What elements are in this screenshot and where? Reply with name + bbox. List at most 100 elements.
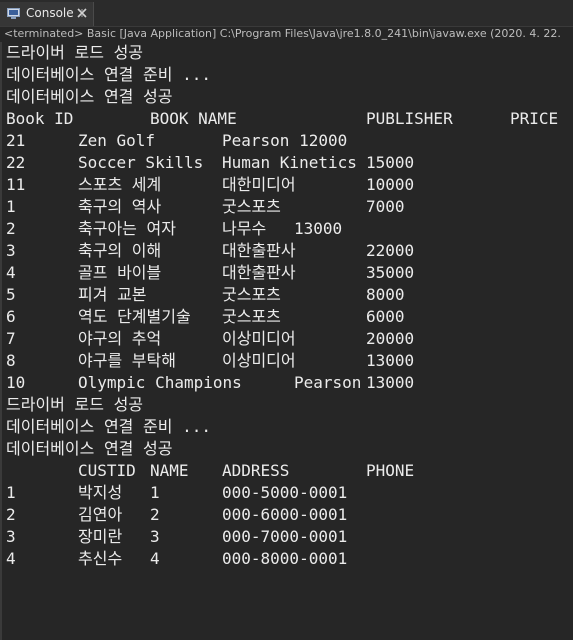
book-table-row: 5 피겨 교본 굿스포츠 8000 [6,284,571,306]
name-cell: 추신수 [78,549,123,568]
book-table-row: 3 축구의 이해 대한출판사 22000 [6,240,571,262]
publisher-cell: Pearson 12000 [222,131,348,150]
book-table-row: 10 Olympic Champions Pearson 13000 [6,372,571,394]
book-name-cell: 역도 단계별기술 [78,307,191,326]
customer-table-header: CUSTID NAME ADDRESS PHONE [6,460,571,482]
output-line: 드라이버 로드 성공 [6,395,144,414]
tab-console[interactable]: Console [0,2,94,26]
book-id-cell: 7 [6,329,16,348]
book-table-row: 21 Zen Golf Pearson 12000 [6,130,571,152]
tab-console-label: Console [26,6,74,20]
book-name-cell: 축구의 역사 [78,197,162,216]
publisher-cell: 이상미디어 [222,329,296,348]
book-name-cell: 골프 바이블 [78,263,162,282]
book-name-cell: 스포츠 세계 [78,175,162,194]
output-line: 드라이버 로드 성공 [6,43,144,62]
book-id-cell: 22 [6,153,26,172]
customer-table-row: 4 추신수 4 000-8000-0001 [6,548,571,570]
publisher-cell: 굿스포츠 [222,197,281,216]
column-header-book-name: BOOK NAME [150,109,237,128]
address-cell: 3 [150,527,160,546]
price-cell: 35000 [366,263,415,282]
output-line: 데이터베이스 연결 준비 ... [6,65,211,84]
phone-cell: 000-5000-0001 [222,483,348,502]
custid-cell: 2 [6,505,16,524]
book-table-row: 11 스포츠 세계 대한미디어 10000 [6,174,571,196]
customer-table-row: 1 박지성 1 000-5000-0001 [6,482,571,504]
publisher-cell: 대한출판사 [222,263,296,282]
console-icon [7,8,20,19]
book-id-cell: 6 [6,307,16,326]
price-cell: 10000 [366,175,415,194]
price-cell: 13000 [366,373,415,392]
column-header-price: PRICE [510,109,559,128]
book-id-cell: 8 [6,351,16,370]
book-table-row: 6 역도 단계별기술 굿스포츠 6000 [6,306,571,328]
price-cell: 13000 [294,219,343,238]
column-header-address: ADDRESS [222,461,290,480]
book-table-row: 1 축구의 역사 굿스포츠 7000 [6,196,571,218]
name-cell: 박지성 [78,483,123,502]
publisher-cell: 굿스포츠 [222,307,281,326]
book-table-row: 22 Soccer Skills Human Kinetics 15000 [6,152,571,174]
book-id-cell: 1 [6,197,16,216]
output-line: 데이터베이스 연결 성공 [6,439,173,458]
phone-cell: 000-6000-0001 [222,505,348,524]
address-cell: 4 [150,549,160,568]
close-icon[interactable] [76,7,88,19]
process-status-line: <terminated> Basic [Java Application] C:… [4,27,561,40]
publisher-cell: 대한미디어 [222,175,296,194]
price-cell: 7000 [366,197,405,216]
book-id-cell: 11 [6,175,26,194]
publisher-cell: 나무수 [222,219,267,238]
custid-cell: 1 [6,483,16,502]
book-name-cell: Zen Golf [78,131,156,150]
book-table-row: 8 야구를 부탁해 이상미디어 13000 [6,350,571,372]
view-tab-bar: Console [0,0,573,27]
price-cell: 15000 [366,153,415,172]
console-output[interactable]: 드라이버 로드 성공 데이터베이스 연결 준비 ... 데이터베이스 연결 성공… [0,42,573,640]
column-header-name: NAME [150,461,189,480]
book-name-cell: 축구의 이해 [78,241,162,260]
output-line: 데이터베이스 연결 준비 ... [6,417,211,436]
column-header-phone: PHONE [366,461,415,480]
book-table-header: Book ID BOOK NAME PUBLISHER PRICE [6,108,571,130]
custid-cell: 3 [6,527,16,546]
price-cell: 20000 [366,329,415,348]
book-table-row: 7 야구의 추억 이상미디어 20000 [6,328,571,350]
phone-cell: 000-7000-0001 [222,527,348,546]
book-name-cell: 야구의 추억 [78,329,162,348]
price-cell: 8000 [366,285,405,304]
book-id-cell: 2 [6,219,16,238]
book-name-cell: 야구를 부탁해 [78,351,176,370]
price-cell: 22000 [366,241,415,260]
column-header-custid: CUSTID [78,461,136,480]
publisher-cell: Pearson [294,373,362,392]
price-cell: 6000 [366,307,405,326]
book-id-cell: 10 [6,373,26,392]
book-id-cell: 21 [6,131,26,150]
customer-table-row: 2 김연아 2 000-6000-0001 [6,504,571,526]
book-name-cell: Soccer Skills [78,153,204,172]
output-line: 데이터베이스 연결 성공 [6,87,173,106]
book-name-cell: 축구아는 여자 [78,219,176,238]
publisher-cell: Human Kinetics [222,153,357,172]
book-id-cell: 5 [6,285,16,304]
publisher-cell: 이상미디어 [222,351,296,370]
custid-cell: 4 [6,549,16,568]
name-cell: 장미란 [78,527,123,546]
publisher-cell: 대한출판사 [222,241,296,260]
name-cell: 김연아 [78,505,123,524]
book-id-cell: 3 [6,241,16,260]
column-header-book-id: Book ID [6,109,74,128]
publisher-cell: 굿스포츠 [222,285,281,304]
book-name-cell: 피겨 교본 [78,285,147,304]
book-table-row: 2 축구아는 여자 나무수 13000 [6,218,571,240]
book-table-row: 4 골프 바이블 대한출판사 35000 [6,262,571,284]
book-name-cell: Olympic Champions [78,373,242,392]
customer-table-row: 3 장미란 3 000-7000-0001 [6,526,571,548]
address-cell: 2 [150,505,160,524]
book-id-cell: 4 [6,263,16,282]
address-cell: 1 [150,483,160,502]
phone-cell: 000-8000-0001 [222,549,348,568]
